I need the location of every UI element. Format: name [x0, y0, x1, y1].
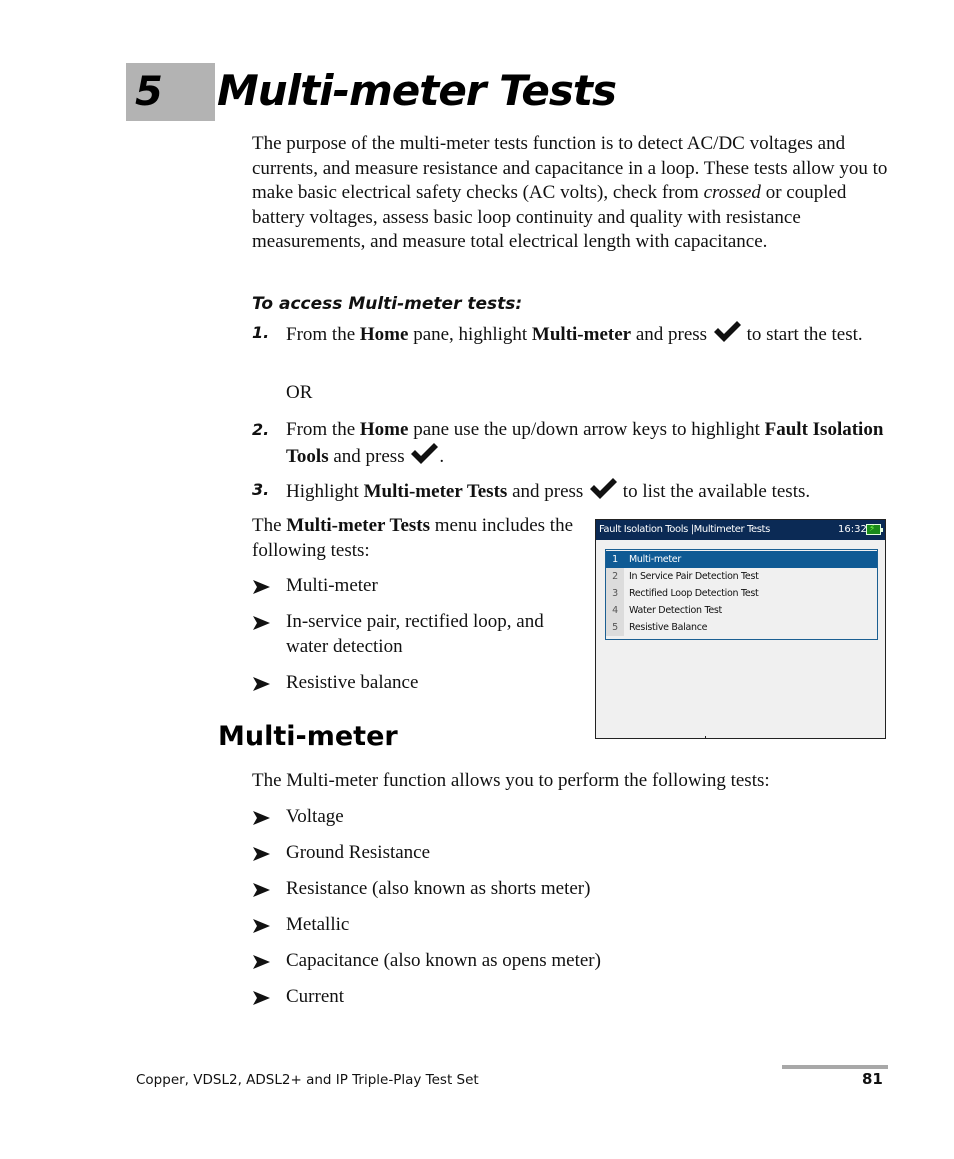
arrow-bullet-icon: [253, 991, 270, 1005]
arrow-bullet-icon: [253, 616, 270, 630]
device-title: Fault Isolation Tools |Multimeter Tests: [599, 524, 770, 535]
step-bold-term: Multi-meter: [531, 324, 632, 345]
step-text: From the Home pane, highlight Multi-mete…: [286, 321, 886, 348]
step-text-part: From the: [286, 419, 360, 440]
menu-item-label: Resistive Balance: [629, 622, 708, 633]
step-text-part: pane use the up/down arrow keys to highl…: [408, 419, 765, 440]
screenshot-artifact: [705, 736, 706, 738]
menu-intro-paragraph: The Multi-meter Tests menu includes the …: [252, 514, 582, 563]
menu-item-number: 1: [606, 551, 624, 568]
bullet-text: Current: [286, 986, 345, 1007]
arrow-bullet-icon: [253, 883, 270, 897]
checkmark-key-icon: [411, 442, 439, 464]
chapter-title: Multi-meter Tests: [217, 66, 617, 115]
step-text-part: pane, highlight: [408, 324, 532, 345]
step-bold-term: Multi-meter Tests: [363, 481, 508, 502]
chapter-number: 5: [135, 69, 163, 115]
section-intro: The Multi-meter function allows you to p…: [252, 770, 770, 791]
bullet-text: Resistive balance: [286, 672, 419, 693]
step-bold-term: Home: [359, 419, 409, 440]
step-text-part: to list the available tests.: [618, 481, 811, 502]
bullet-text: Voltage: [286, 806, 344, 827]
menu-item-label: Water Detection Test: [629, 605, 722, 616]
device-titlebar: Fault Isolation Tools |Multimeter Tests …: [596, 520, 885, 540]
step-number: 1.: [252, 323, 270, 342]
menu-item-resistive-balance[interactable]: 5 Resistive Balance: [606, 619, 877, 636]
arrow-bullet-icon: [253, 847, 270, 861]
arrow-bullet-icon: [253, 811, 270, 825]
bullet-text: Ground Resistance: [286, 842, 431, 863]
checkmark-key-icon: [590, 478, 618, 499]
menu-item-number: 3: [606, 585, 624, 602]
page-number: 81: [862, 1070, 883, 1088]
step-number: 3.: [252, 480, 270, 499]
footer-product-name: Copper, VDSL2, ADSL2+ and IP Triple-Play…: [136, 1072, 479, 1088]
menu-item-rectified-loop[interactable]: 3 Rectified Loop Detection Test: [606, 585, 877, 602]
menu-intro-bold: Multi-meter Tests: [286, 515, 431, 536]
intro-italic: crossed: [703, 182, 761, 204]
menu-item-label: Multi-meter: [629, 554, 681, 565]
step-text-part: to start the test.: [741, 324, 863, 345]
menu-item-label: In Service Pair Detection Test: [629, 571, 759, 582]
device-clock: 16:32: [838, 524, 867, 535]
menu-item-multi-meter[interactable]: 1 Multi-meter: [606, 551, 877, 568]
menu-item-in-service-pair[interactable]: 2 In Service Pair Detection Test: [606, 568, 877, 585]
bullet-text: Multi-meter: [286, 575, 378, 596]
procedure-heading: To access Multi-meter tests:: [252, 294, 523, 314]
menu-item-number: 5: [606, 619, 624, 636]
menu-item-water-detection[interactable]: 4 Water Detection Test: [606, 602, 877, 619]
step-text: Highlight Multi-meter Tests and press to…: [286, 478, 886, 505]
step-text-part: and press: [631, 324, 712, 345]
multimeter-tests-menu: 1 Multi-meter 2 In Service Pair Detectio…: [605, 549, 878, 640]
arrow-bullet-icon: [253, 677, 270, 691]
arrow-bullet-icon: [253, 580, 270, 594]
step-text-part: .: [439, 445, 445, 467]
menu-item-number: 2: [606, 568, 624, 585]
device-screenshot: Fault Isolation Tools |Multimeter Tests …: [595, 519, 886, 739]
intro-paragraph: The purpose of the multi-meter tests fun…: [252, 132, 892, 255]
arrow-bullet-icon: [253, 919, 270, 933]
menu-intro-text: The: [252, 515, 287, 536]
or-separator: OR: [286, 382, 313, 403]
bullet-text: Metallic: [286, 914, 350, 935]
menu-item-number: 4: [606, 602, 624, 619]
checkmark-key-icon: [713, 321, 741, 342]
step-number: 2.: [252, 420, 270, 439]
bullet-text: Resistance (also known as shorts meter): [286, 878, 591, 899]
step-text-part: and press: [328, 445, 410, 467]
bullet-text: Capacitance (also known as opens meter): [286, 950, 601, 971]
section-heading: Multi-meter: [218, 721, 398, 752]
step-text: From the Home pane use the up/down arrow…: [286, 418, 886, 469]
step-text-part: and press: [507, 481, 589, 502]
bullet-text: In-service pair, rectified loop, and wat…: [286, 611, 544, 657]
step-text-part: From the: [286, 324, 360, 345]
battery-charging-icon: ⚡: [866, 524, 883, 535]
step-bold-term: Home: [359, 324, 409, 345]
menu-item-label: Rectified Loop Detection Test: [629, 588, 759, 599]
step-text-part: Highlight: [286, 481, 364, 502]
arrow-bullet-icon: [253, 955, 270, 969]
